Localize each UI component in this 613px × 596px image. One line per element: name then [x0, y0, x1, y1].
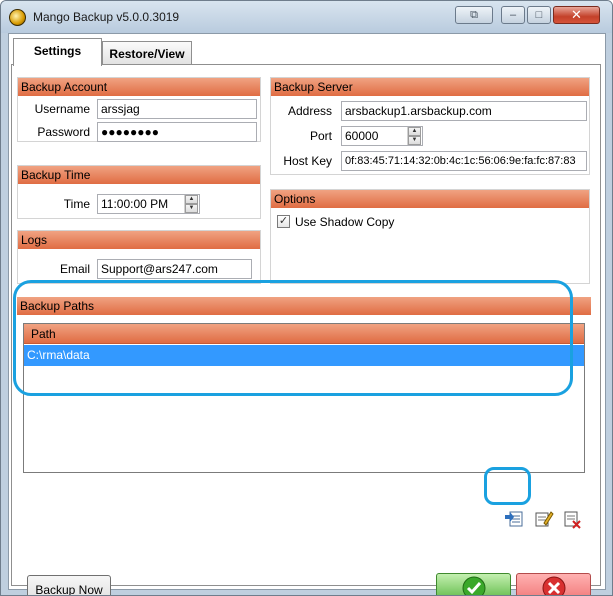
shadow-copy-checkbox[interactable]: ✓ [277, 215, 290, 228]
email-label: Email [59, 262, 90, 276]
backup-account-header: Backup Account [18, 78, 260, 96]
x-icon [542, 576, 565, 595]
hostkey-input[interactable]: 0f:83:45:71:14:32:0b:4c:1c:56:06:9e:fa:f… [341, 151, 587, 171]
edit-path-icon [535, 511, 554, 527]
app-window: Mango Backup v5.0.0.3019 ⧉ – □ ✕ Setting… [0, 0, 613, 596]
spin-down-icon[interactable]: ▼ [408, 136, 421, 145]
backup-server-header: Backup Server [271, 78, 589, 96]
spin-up-icon[interactable]: ▲ [185, 195, 198, 204]
path-column-header[interactable]: Path [24, 324, 584, 344]
options-group: Options ✓ Use Shadow Copy [270, 189, 590, 284]
time-value: 11:00:00 PM [101, 197, 169, 211]
window-title: Mango Backup v5.0.0.3019 [33, 10, 180, 24]
port-spinner[interactable]: ▲ ▼ [407, 127, 422, 145]
email-input[interactable]: Support@ars247.com [97, 259, 252, 279]
restore-icon: ⧉ [470, 9, 478, 21]
backup-now-button[interactable]: Backup Now [27, 575, 111, 595]
restore-down-button[interactable]: ⧉ [455, 6, 493, 24]
options-header: Options [271, 190, 589, 208]
add-path-button[interactable] [503, 509, 525, 529]
port-label: Port [309, 129, 332, 143]
spin-up-icon[interactable]: ▲ [408, 127, 421, 136]
username-label: Username [34, 102, 90, 116]
backup-paths-header: Backup Paths [17, 297, 591, 315]
port-stepper[interactable]: 60000 ▲ ▼ [341, 126, 423, 146]
tab-settings[interactable]: Settings [13, 38, 102, 66]
backup-account-group: Backup Account Username arssjag Password… [17, 77, 261, 142]
delete-path-icon [564, 511, 581, 529]
address-input[interactable]: arsbackup1.arsbackup.com [341, 101, 587, 121]
ok-button[interactable] [436, 573, 511, 595]
close-button[interactable]: ✕ [553, 6, 600, 24]
time-spinner[interactable]: ▲ ▼ [184, 195, 199, 213]
spin-down-icon[interactable]: ▼ [185, 204, 198, 213]
maximize-icon: □ [535, 9, 543, 21]
delete-path-button[interactable] [561, 509, 583, 529]
username-input[interactable]: arssjag [97, 99, 257, 119]
shadow-copy-label: Use Shadow Copy [295, 215, 395, 229]
settings-tab-page: Backup Account Username arssjag Password… [11, 64, 601, 595]
paths-list[interactable]: Path C:\rma\data [23, 323, 585, 473]
hostkey-label: Host Key [283, 154, 332, 168]
close-icon: ✕ [571, 7, 582, 22]
minimize-button[interactable]: – [501, 6, 525, 24]
logs-group: Logs Email Support@ars247.com [17, 230, 261, 284]
client-area: Settings Restore/View Backup Account Use… [8, 33, 606, 595]
checkmark-icon [462, 576, 485, 595]
password-label: Password [37, 125, 90, 139]
time-label: Time [63, 197, 90, 211]
maximize-button[interactable]: □ [527, 6, 551, 24]
address-label: Address [287, 104, 332, 118]
backup-paths-group: Backup Paths Path C:\rma\data [17, 297, 591, 503]
password-input[interactable]: ●●●●●●●● [97, 122, 257, 142]
title-bar[interactable]: Mango Backup v5.0.0.3019 ⧉ – □ ✕ [1, 1, 612, 33]
edit-path-button[interactable] [532, 509, 554, 529]
add-path-icon [505, 511, 523, 527]
backup-time-header: Backup Time [18, 166, 260, 184]
backup-server-group: Backup Server Address arsbackup1.arsback… [270, 77, 590, 175]
logs-header: Logs [18, 231, 260, 249]
time-picker[interactable]: 11:00:00 PM ▲ ▼ [97, 194, 200, 214]
backup-time-group: Backup Time Time 11:00:00 PM ▲ ▼ [17, 165, 261, 219]
cancel-button[interactable] [516, 573, 591, 595]
port-value: 60000 [345, 129, 379, 143]
minimize-icon: – [509, 9, 517, 21]
mango-app-icon [9, 9, 26, 26]
tab-restore-view[interactable]: Restore/View [102, 41, 192, 65]
path-row[interactable]: C:\rma\data [24, 345, 584, 366]
